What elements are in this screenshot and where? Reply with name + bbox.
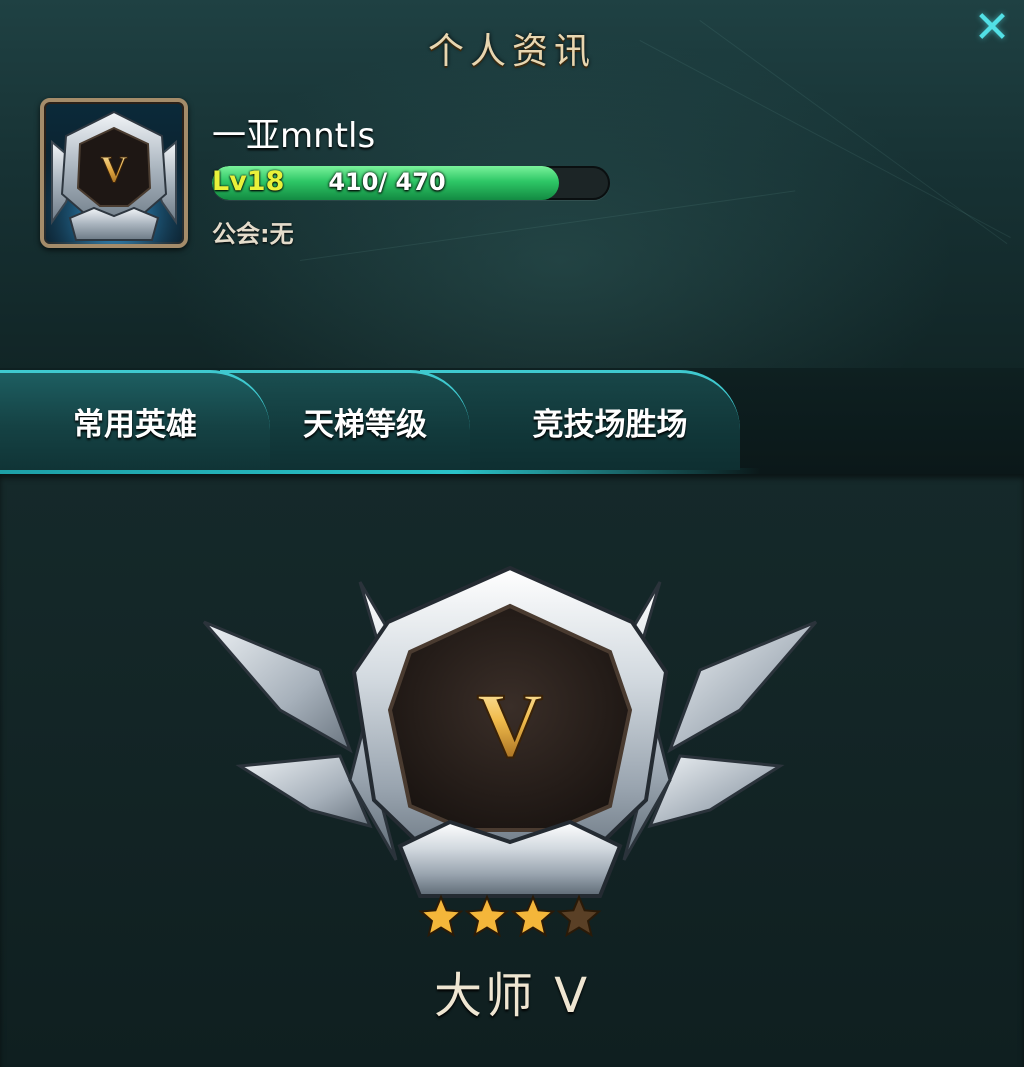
rank-badge-icon: V bbox=[44, 102, 184, 244]
star-filled-icon bbox=[510, 894, 556, 938]
guild-label: 公会:无 bbox=[212, 220, 294, 248]
star-filled-icon bbox=[464, 894, 510, 938]
player-name: 一亚mntls bbox=[212, 116, 376, 156]
exp-text: 410/ 470 bbox=[328, 168, 446, 196]
star-filled-icon bbox=[418, 894, 464, 938]
rank-name: 大师 V bbox=[433, 968, 591, 1024]
tab-frequent-heroes[interactable]: 常用英雄 bbox=[0, 370, 270, 470]
rank-stars bbox=[418, 894, 602, 938]
close-icon[interactable]: ✕ bbox=[970, 6, 1014, 50]
rank-emblem-icon: V bbox=[202, 565, 818, 898]
window-title: 个人资讯 bbox=[427, 31, 596, 72]
emblem-rank-glyph: V bbox=[477, 674, 543, 776]
avatar-rank-glyph: V bbox=[100, 149, 128, 191]
player-avatar[interactable]: V bbox=[40, 98, 188, 248]
background-decoration bbox=[300, 190, 796, 261]
star-empty-icon bbox=[556, 894, 602, 938]
